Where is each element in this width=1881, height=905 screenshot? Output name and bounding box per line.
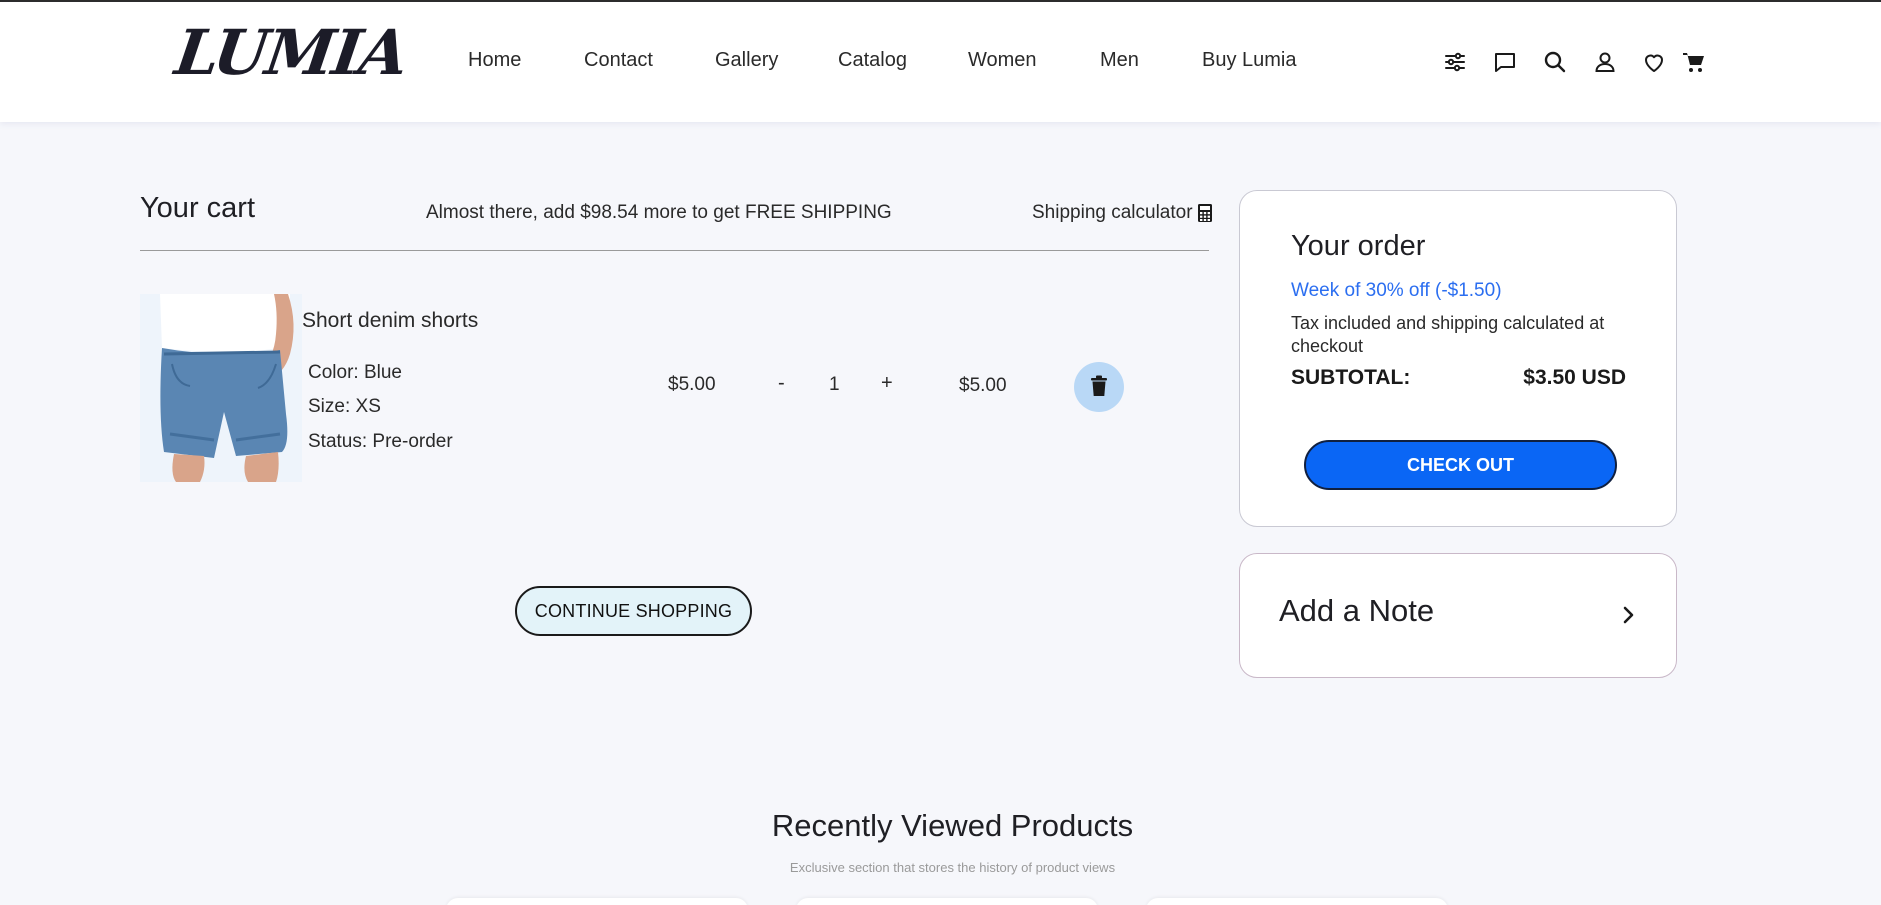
tax-note: Tax included and shipping calculated at …	[1291, 313, 1605, 356]
subtotal-label: SUBTOTAL:	[1291, 366, 1411, 389]
cart-divider	[140, 250, 1209, 251]
chevron-right-icon	[1622, 604, 1636, 626]
nav-buy-lumia[interactable]: Buy Lumia	[1202, 49, 1297, 72]
product-name[interactable]: Short denim shorts	[302, 309, 478, 333]
product-size: Size: XS	[308, 396, 381, 417]
line-total: $5.00	[959, 375, 1007, 396]
user-icon[interactable]	[1593, 50, 1617, 74]
order-title: Your order	[1291, 230, 1426, 262]
recent-product-card[interactable]	[796, 898, 1098, 905]
nav-contact[interactable]: Contact	[584, 49, 653, 72]
logo[interactable]: LUMIA	[171, 16, 411, 89]
product-status: Status: Pre-order	[308, 431, 453, 452]
shipping-calculator-label: Shipping calculator	[1032, 202, 1193, 223]
nav-catalog[interactable]: Catalog	[838, 49, 907, 72]
recent-product-card[interactable]	[446, 898, 748, 905]
heart-icon[interactable]	[1642, 51, 1666, 75]
recently-viewed-title: Recently Viewed Products	[771, 808, 1134, 843]
quantity-increase-button[interactable]: +	[881, 372, 893, 395]
subtotal-value: $3.50 USD	[1523, 366, 1626, 389]
search-icon[interactable]	[1543, 50, 1567, 74]
quantity-decrease-button[interactable]: -	[778, 372, 785, 395]
add-note-card[interactable]: Add a Note	[1239, 553, 1677, 678]
recently-viewed-subtitle: Exclusive section that stores the histor…	[789, 860, 1116, 875]
nav-women[interactable]: Women	[968, 49, 1037, 72]
free-shipping-message: Almost there, add $98.54 more to get FRE…	[426, 202, 892, 223]
order-summary-card: Your order Week of 30% off (-$1.50) Tax …	[1239, 190, 1677, 527]
quantity-value[interactable]: 1	[829, 374, 840, 396]
nav-home[interactable]: Home	[468, 49, 521, 72]
product-image[interactable]	[140, 294, 302, 482]
remove-item-button[interactable]	[1074, 362, 1124, 412]
continue-shopping-button[interactable]: CONTINUE SHOPPING	[515, 586, 752, 636]
filter-icon[interactable]	[1443, 50, 1467, 74]
calculator-icon	[1197, 203, 1213, 223]
nav-men[interactable]: Men	[1100, 49, 1139, 72]
trash-icon	[1090, 375, 1108, 400]
site-header: LUMIA Home Contact Gallery Catalog Women…	[0, 2, 1881, 122]
promo-discount: Week of 30% off (-$1.50)	[1291, 280, 1502, 301]
unit-price: $5.00	[668, 374, 716, 395]
cart-title: Your cart	[140, 192, 255, 224]
checkout-button[interactable]: CHECK OUT	[1304, 440, 1617, 490]
shipping-calculator-link[interactable]: Shipping calculator	[1032, 202, 1213, 224]
cart-icon[interactable]	[1682, 50, 1706, 74]
nav-gallery[interactable]: Gallery	[715, 49, 778, 72]
product-color: Color: Blue	[308, 362, 402, 383]
chat-icon[interactable]	[1493, 50, 1517, 74]
add-note-title: Add a Note	[1279, 593, 1435, 628]
recent-product-card[interactable]	[1146, 898, 1448, 905]
